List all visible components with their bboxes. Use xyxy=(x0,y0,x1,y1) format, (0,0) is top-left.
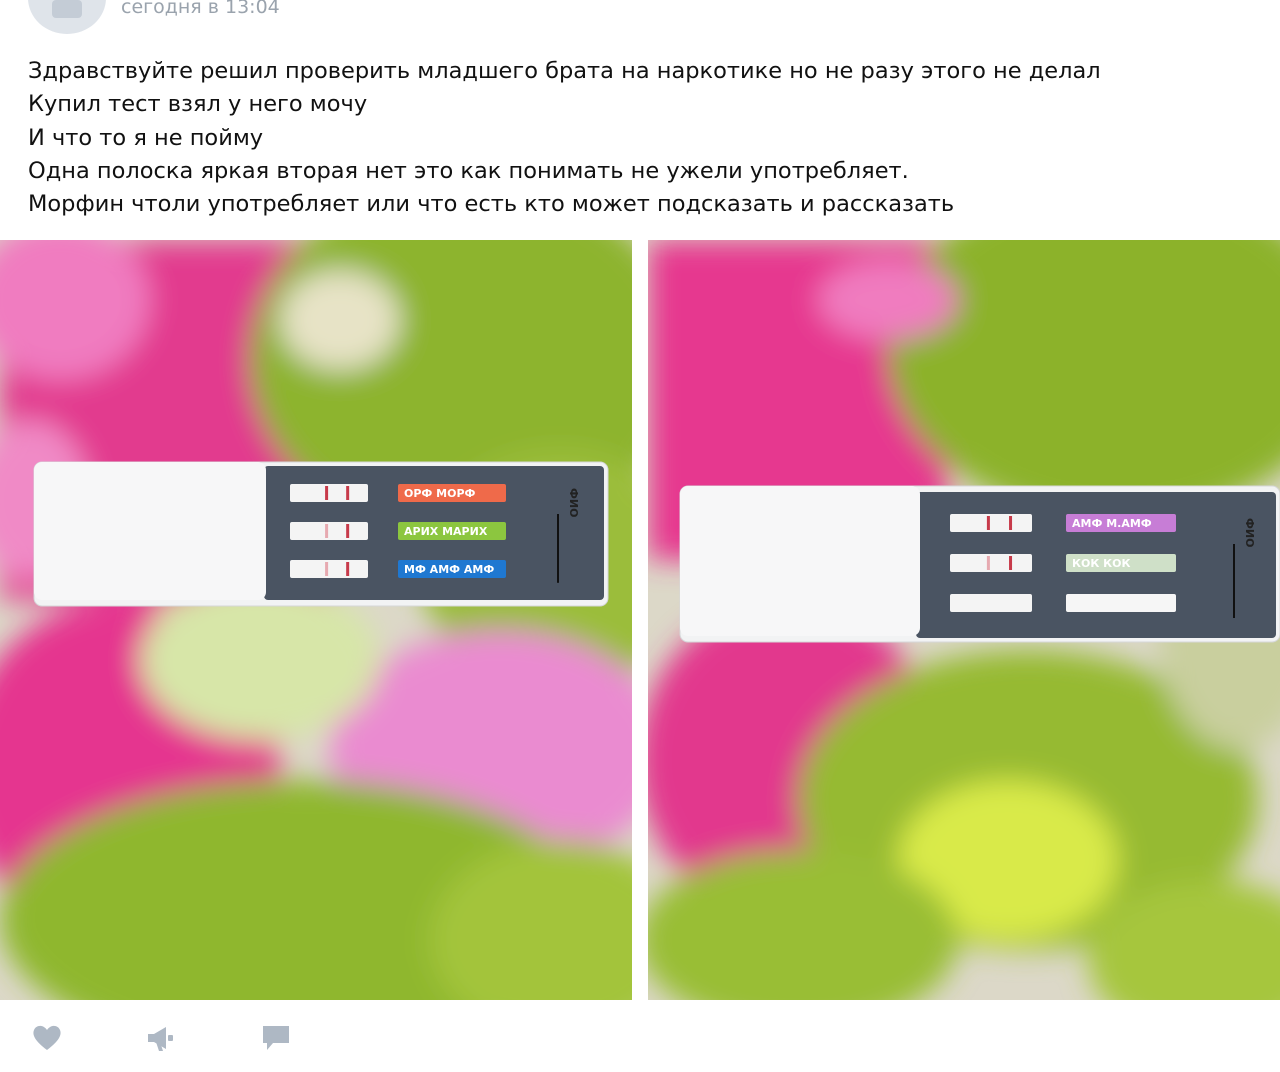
result-window xyxy=(290,560,368,578)
post-actions xyxy=(0,1018,1280,1058)
attached-photo-2[interactable]: АМФ М.АМФ КОК КОК ФИО xyxy=(648,240,1280,1000)
strip-label-text: МФ АМФ АМФ xyxy=(404,563,494,576)
post-timestamp[interactable]: сегодня в 13:04 xyxy=(121,0,280,18)
post-text-line: И что то я не пойму xyxy=(28,124,264,151)
strip-label-text: ОРФ МОРФ xyxy=(404,487,476,500)
post-text-line: Одна полоска яркая вторая нет это как по… xyxy=(28,157,909,184)
result-window xyxy=(950,554,1032,572)
test-line xyxy=(986,556,990,570)
strip-label-band xyxy=(1066,594,1176,612)
strip-label-text: АМФ М.АМФ xyxy=(1072,517,1152,530)
author-avatar[interactable] xyxy=(28,0,106,34)
name-field-label: ФИО xyxy=(1243,518,1256,547)
control-line xyxy=(346,524,350,538)
strip-label-text: АРИХ МАРИХ xyxy=(404,525,488,538)
result-window xyxy=(950,594,1032,612)
result-window xyxy=(290,484,368,502)
test-line xyxy=(986,516,990,530)
post-text-line: Морфин чтоли употребляет или что есть кт… xyxy=(28,191,955,218)
result-window xyxy=(290,522,368,540)
result-window xyxy=(950,514,1032,532)
post-text-line: Здравствуйте решил проверить младшего бр… xyxy=(28,58,1101,84)
control-line xyxy=(346,486,350,500)
like-icon[interactable] xyxy=(31,1022,63,1054)
post-text: Здравствуйте решил проверить младшего бр… xyxy=(28,55,1258,221)
attached-photo-1[interactable]: ОРФ МОРФ АРИХ МАРИХ МФ АМФ АМФ ФИО xyxy=(0,240,632,1000)
strip-label-text: КОК КОК xyxy=(1072,557,1131,570)
test-line xyxy=(325,486,329,500)
control-line xyxy=(1009,516,1013,530)
control-line xyxy=(346,562,350,576)
comment-icon[interactable] xyxy=(260,1022,292,1054)
share-icon[interactable] xyxy=(145,1022,177,1054)
drug-test-cassette-1: ОРФ МОРФ АРИХ МАРИХ МФ АМФ АМФ ФИО xyxy=(33,461,609,607)
control-line xyxy=(1009,556,1013,570)
name-field-label: ФИО xyxy=(567,488,580,517)
test-line xyxy=(325,524,329,538)
post-text-line: Купил тест взял у него мочу xyxy=(28,91,368,118)
camera-icon xyxy=(52,0,82,18)
test-line xyxy=(325,562,329,576)
drug-test-cassette-2: АМФ М.АМФ КОК КОК ФИО xyxy=(679,485,1280,643)
